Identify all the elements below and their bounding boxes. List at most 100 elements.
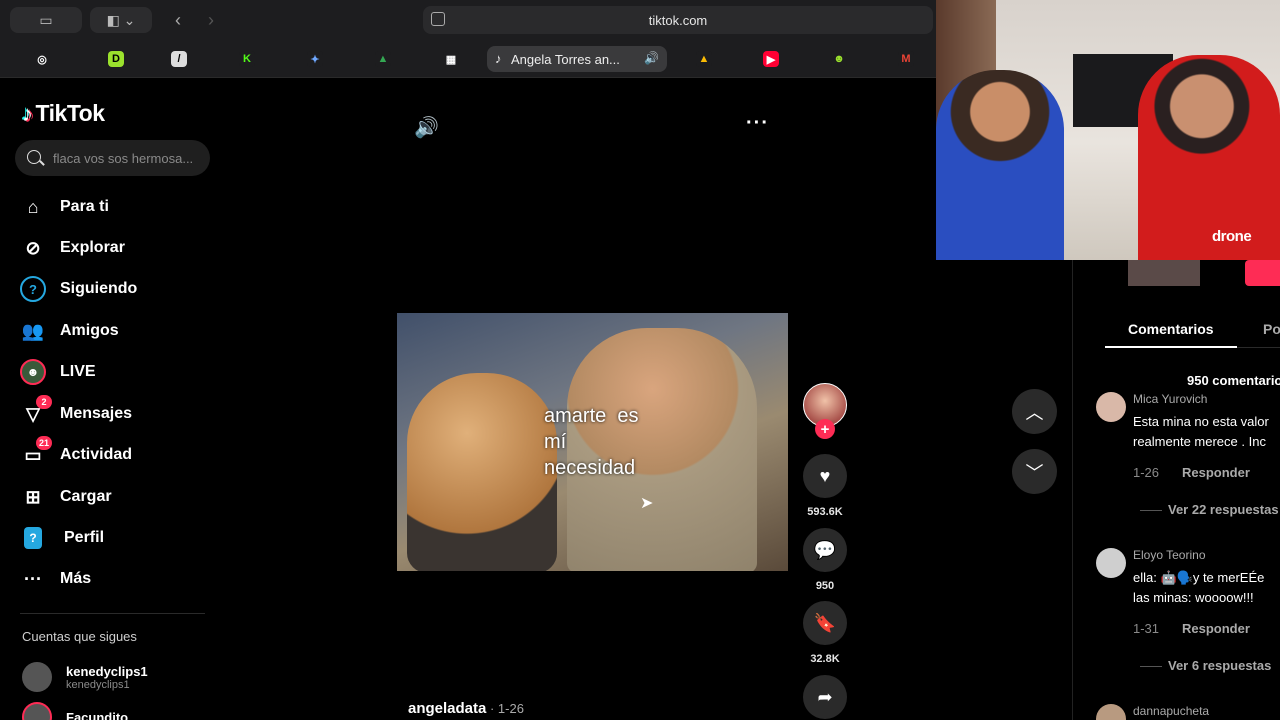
youtube-favicon-tab[interactable]: ▶ <box>763 51 779 67</box>
video-player[interactable]: amarte es mí necesidad ➤ <box>397 313 788 571</box>
sheet-favicon-tab[interactable]: ▦ <box>443 51 459 67</box>
sidebar-item-label: Más <box>60 570 92 587</box>
bookmark-icon: 🔖 <box>813 612 837 633</box>
sidebar-item-cargar[interactable]: ⊞ Cargar <box>20 482 112 512</box>
following-account[interactable]: Facundito <box>22 702 128 720</box>
sidebar-item-mensajes[interactable]: ▽ 2 Mensajes <box>20 395 132 429</box>
save-button[interactable]: 🔖 <box>803 601 847 645</box>
comment-username[interactable]: Eloyo Teorino <box>1133 548 1206 562</box>
tab-other[interactable]: Po <box>1263 321 1280 337</box>
video-more-options-icon[interactable]: ··· <box>746 112 769 135</box>
sidebar-item-actividad[interactable]: ▭ 21 Actividad <box>20 436 133 470</box>
like-button[interactable]: ♥ <box>803 454 847 498</box>
account-handle: kenedyclips1 <box>66 678 130 691</box>
d-favicon-tab[interactable]: D <box>108 51 124 67</box>
share-button[interactable]: ➦ <box>803 675 847 719</box>
account-name: kenedyclips1 <box>66 663 148 679</box>
save-count: 32.8K <box>810 653 840 665</box>
webcam-person-right <box>1138 55 1280 260</box>
gmail-favicon-tab[interactable]: M <box>898 51 914 67</box>
chevron-down-icon: ﹀ <box>1025 462 1044 483</box>
avatar[interactable] <box>1096 548 1126 578</box>
url-text: tiktok.com <box>648 12 708 28</box>
messages-badge: 2 <box>36 395 52 409</box>
drive-favicon-2-tab[interactable]: ▲ <box>696 51 712 67</box>
sidebar-item-perfil[interactable]: ? Perfil <box>20 523 104 553</box>
following-account[interactable]: kenedyclips1 kenedyclips1 <box>22 662 148 692</box>
comment-date: 1-26 <box>1133 465 1160 480</box>
openai-favicon-tab[interactable]: ◎ <box>34 51 50 67</box>
video-caption: amarte es mí necesidad <box>544 403 638 481</box>
tab-comentarios[interactable]: Comentarios <box>1128 321 1214 337</box>
window-switcher-button[interactable]: ▭ <box>10 7 82 33</box>
sidebar-item-label: Cargar <box>60 488 112 505</box>
video-figure-left <box>407 373 557 571</box>
sidebar-item-mas[interactable]: ··· Más <box>20 564 91 594</box>
related-thumbnails <box>1100 260 1280 286</box>
share-icon: ➦ <box>817 686 833 707</box>
comment-item: Eloyo Teorino ella: 🤖🗣️y te merEÉe las m… <box>1096 548 1280 648</box>
comment-count-label: 950 comentarios <box>1187 373 1280 388</box>
activity-icon: ▭ 21 <box>20 436 52 468</box>
sidebar-item-siguiendo[interactable]: ? Siguiendo <box>20 274 137 304</box>
sidebar-divider <box>20 613 205 614</box>
view-replies-button[interactable]: Ver 6 respuestas <box>1140 658 1271 673</box>
heart-icon: ♥ <box>819 465 831 486</box>
comment-text-line: ella: 🤖🗣️y te merEÉe <box>1133 570 1265 585</box>
comment-username[interactable]: Mica Yurovich <box>1133 392 1207 406</box>
search-input[interactable]: flaca vos sos hermosa... <box>15 140 210 176</box>
avatar[interactable] <box>1096 392 1126 422</box>
comment-text-line: realmente merece . Inc <box>1133 434 1266 449</box>
thumbnail[interactable] <box>1128 260 1200 286</box>
author-name: angeladata <box>408 700 487 717</box>
follow-plus-icon[interactable]: + <box>815 419 835 439</box>
avatar[interactable] <box>1096 704 1126 720</box>
thumbnail[interactable] <box>1245 260 1280 286</box>
upload-icon: ⊞ <box>25 486 41 507</box>
sidebar-item-explorar[interactable]: ⊘ Explorar <box>20 233 124 263</box>
caption-line: amarte es <box>544 405 639 427</box>
sidebar-item-amigos[interactable]: 👥 Amigos <box>20 316 119 346</box>
volume-icon[interactable]: 🔊 <box>414 115 439 140</box>
view-replies-button[interactable]: Ver 22 respuestas <box>1140 502 1279 517</box>
live-avatar <box>22 702 52 720</box>
tab-active-tiktok[interactable]: ♪ Angela Torres an... 🔊 <box>487 46 667 72</box>
chevron-right-icon[interactable]: › <box>198 7 224 33</box>
sidebar-toggle-button[interactable]: ◧ ⌄ <box>90 7 152 33</box>
gemini-favicon-tab[interactable]: ✦ <box>307 51 323 67</box>
account-name: Facundito <box>66 709 129 720</box>
sidebar: ♪ TikTok flaca vos sos hermosa... ⌂ Para… <box>0 78 220 720</box>
comment-button[interactable]: 💬 <box>803 528 847 572</box>
comment-username[interactable]: dannapucheta <box>1133 704 1209 718</box>
comment-item: Mica Yurovich Esta mina no esta valor re… <box>1096 392 1280 492</box>
search-icon <box>27 150 41 164</box>
previous-video-button[interactable]: ︿ <box>1012 389 1057 434</box>
address-bar[interactable]: tiktok.com <box>423 6 933 34</box>
chevron-left-icon[interactable]: ‹ <box>165 7 191 33</box>
live-icon: ☻ <box>20 359 46 385</box>
reply-button[interactable]: Responder <box>1182 465 1250 480</box>
reply-button[interactable]: Responder <box>1182 621 1250 636</box>
following-section-title: Cuentas que sigues <box>22 629 137 644</box>
sidebar-item-label: LIVE <box>60 363 96 380</box>
drive-favicon-tab[interactable]: ▲ <box>375 51 391 67</box>
speaker-icon[interactable]: 🔊 <box>644 51 659 65</box>
sidebar-item-label: Actividad <box>60 446 133 463</box>
video-author-line[interactable]: angeladata · 1-26 <box>408 700 524 717</box>
comment-text-line: Esta mina no esta valor <box>1133 414 1269 429</box>
game-favicon-tab[interactable]: ☻ <box>831 51 847 67</box>
comment-date: 1-31 <box>1133 621 1160 636</box>
kick-favicon-tab[interactable]: K <box>239 51 255 67</box>
site-settings-icon[interactable] <box>431 12 445 26</box>
next-video-button[interactable]: ﹀ <box>1012 449 1057 494</box>
slash-favicon-tab[interactable]: / <box>171 51 187 67</box>
active-tab-indicator <box>1105 346 1237 348</box>
sidebar-item-para-ti[interactable]: ⌂ Para ti <box>20 192 109 222</box>
webcam-person-left <box>936 70 1064 260</box>
mouse-cursor-icon: ➤ <box>640 495 654 512</box>
sidebar-item-live[interactable]: ☻ LIVE <box>20 357 96 387</box>
sidebar-item-label: Para ti <box>60 198 109 215</box>
tiktok-logo[interactable]: ♪ TikTok <box>22 100 105 127</box>
search-placeholder: flaca vos sos hermosa... <box>53 150 194 166</box>
logo-text: TikTok <box>35 100 106 126</box>
